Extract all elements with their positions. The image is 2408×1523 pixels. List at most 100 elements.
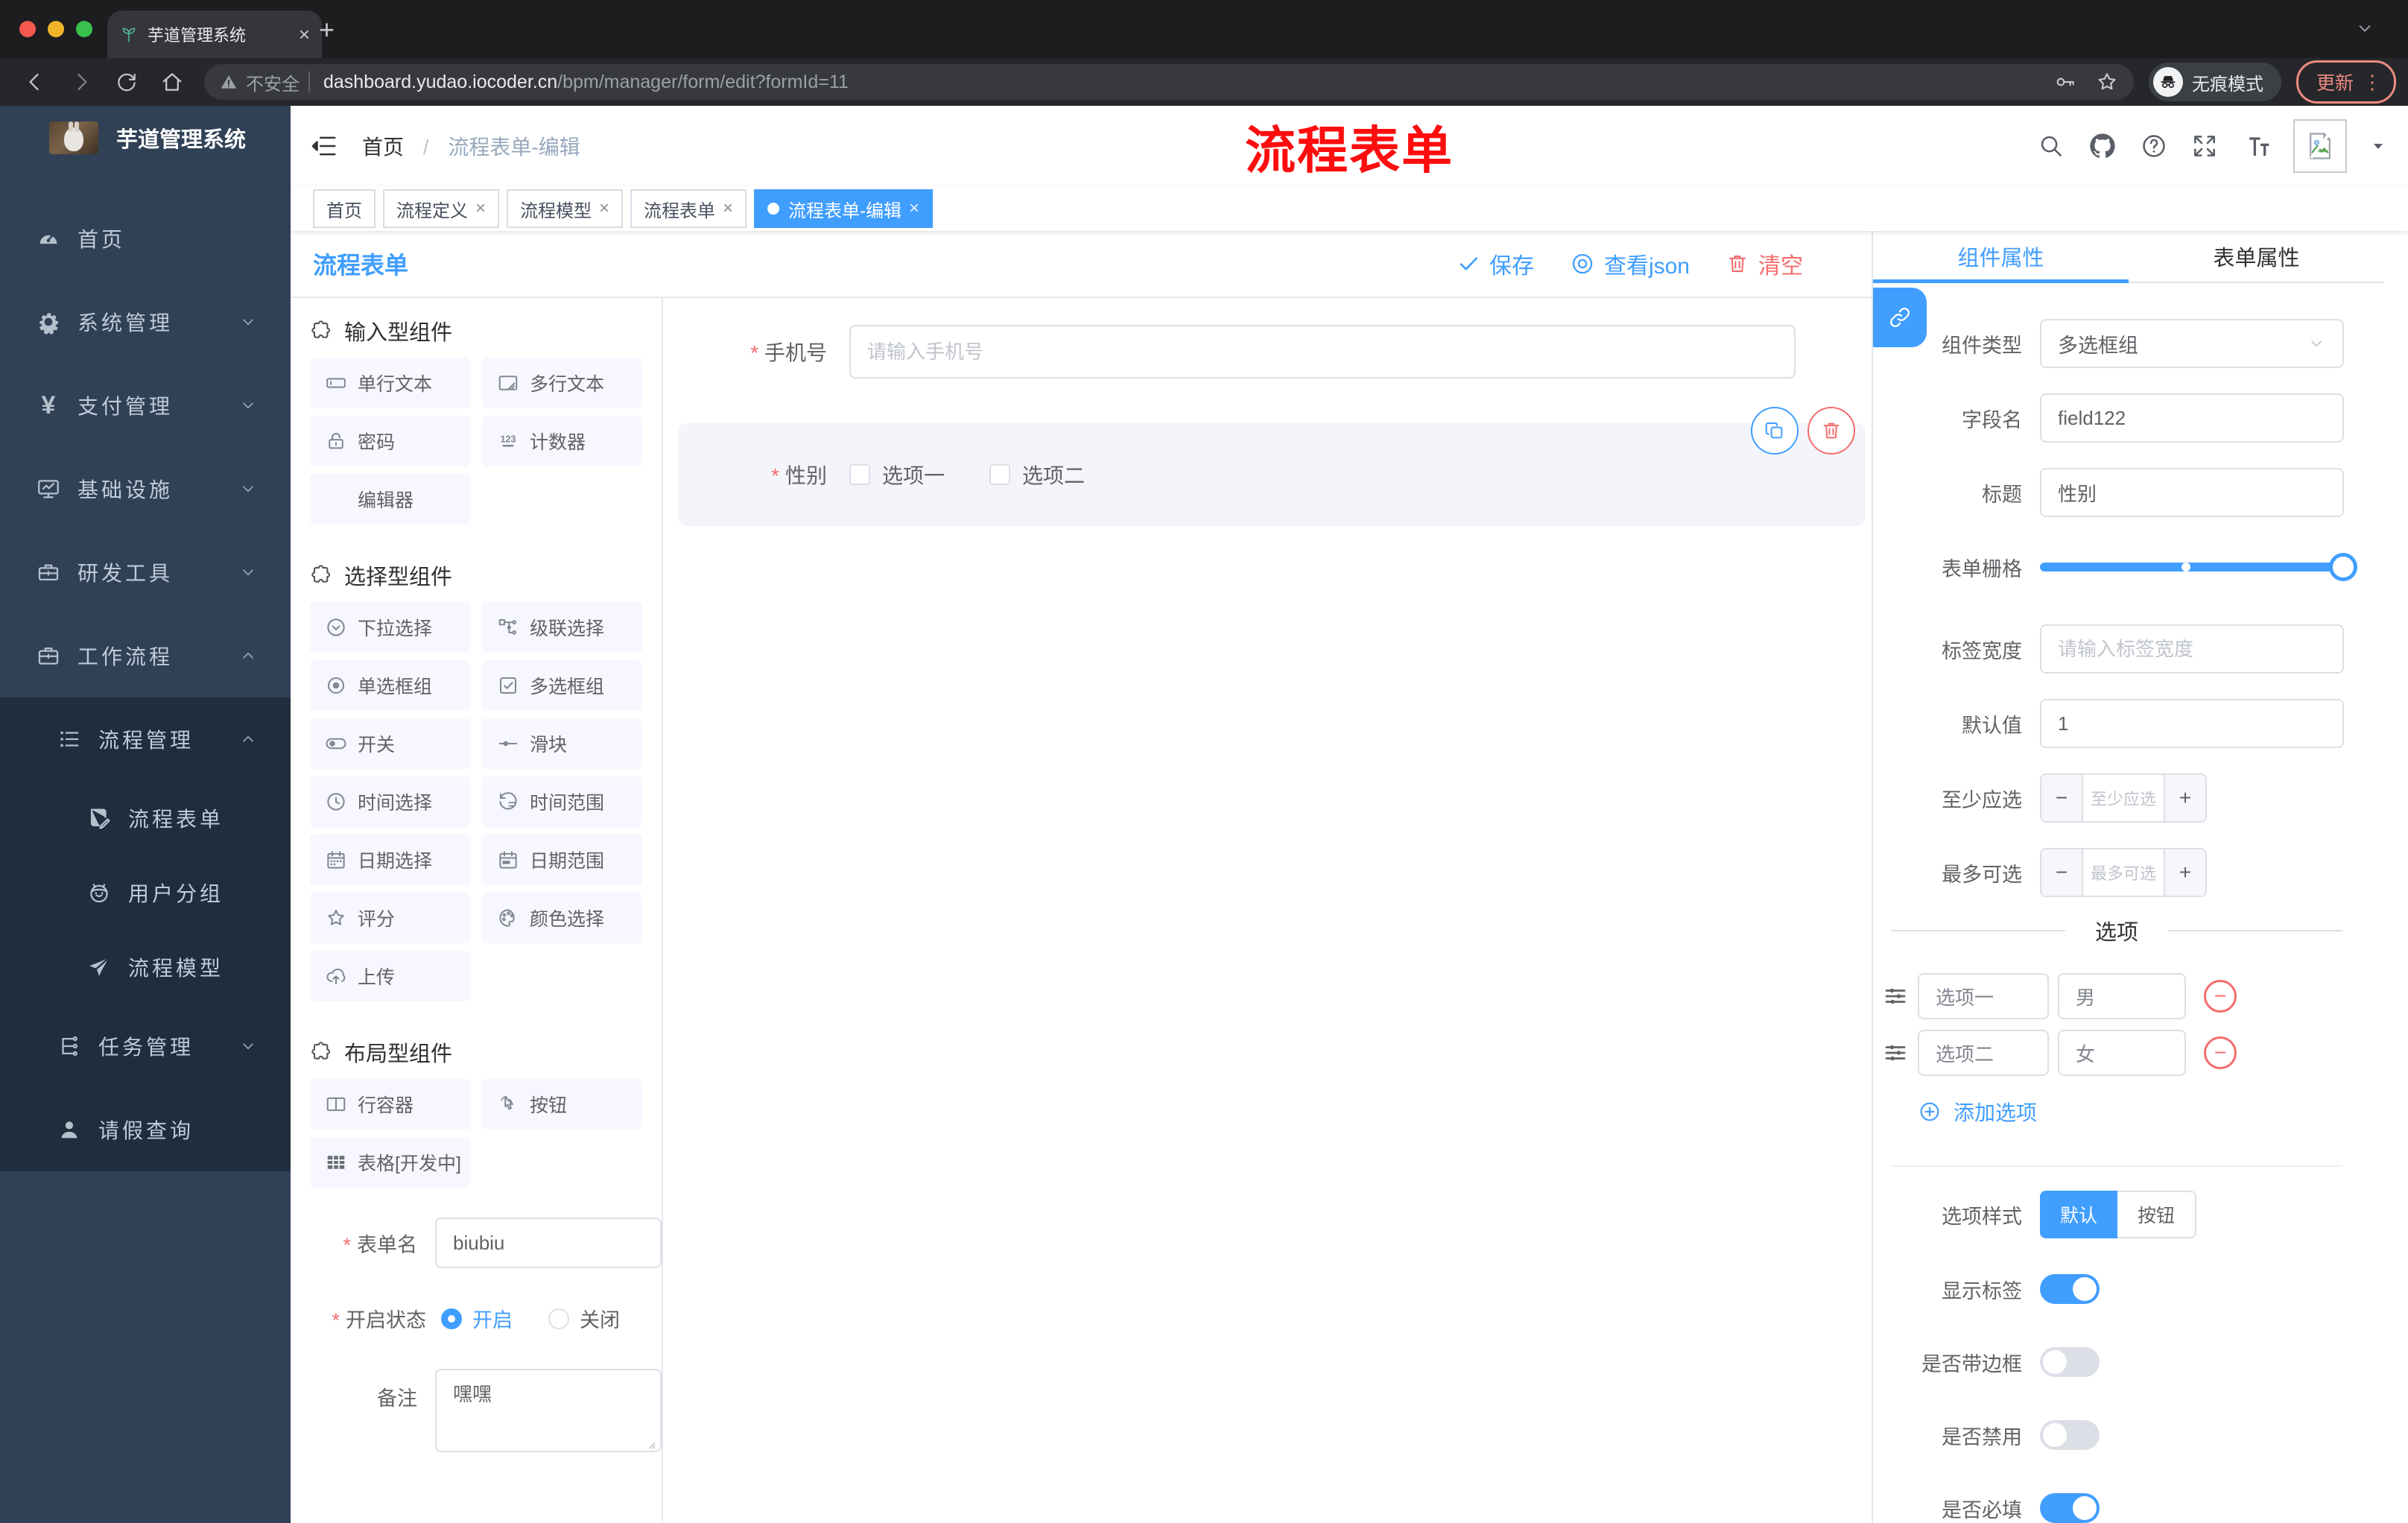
sidebar-item-home[interactable]: 首页: [0, 197, 291, 280]
remove-option-button[interactable]: −: [2204, 1036, 2237, 1069]
address-bar[interactable]: 不安全 dashboard.yudao.iocoder.cn/bpm/manag…: [204, 64, 2134, 100]
tag-process-model[interactable]: 流程模型: [507, 189, 624, 228]
sidebar-item-task-mgmt[interactable]: 任务管理: [0, 1004, 291, 1088]
default-value-input[interactable]: [2040, 699, 2344, 748]
min-select-value[interactable]: 至少应选: [2083, 775, 2164, 821]
border-toggle[interactable]: [2040, 1347, 2100, 1377]
component-password[interactable]: 密码: [310, 416, 470, 466]
forward-icon[interactable]: [69, 69, 94, 95]
view-json-button[interactable]: 查看json: [1570, 247, 1690, 280]
password-key-icon[interactable]: [2053, 70, 2077, 94]
field-name-input[interactable]: [2040, 393, 2344, 443]
reload-icon[interactable]: [115, 70, 139, 94]
tag-process-form[interactable]: 流程表单: [630, 189, 747, 228]
component-color-picker[interactable]: 颜色选择: [482, 893, 642, 943]
close-icon[interactable]: [599, 198, 609, 219]
add-option-button[interactable]: 添加选项: [1918, 1097, 2342, 1127]
duplicate-field-button[interactable]: [1751, 407, 1799, 455]
back-icon[interactable]: [22, 69, 48, 95]
component-time-range[interactable]: 时间范围: [482, 776, 642, 827]
component-upload[interactable]: 上传: [310, 951, 470, 1001]
form-name-input[interactable]: [435, 1218, 662, 1268]
font-size-icon[interactable]: [2241, 131, 2271, 161]
form-grid-slider[interactable]: [2040, 542, 2357, 592]
resize-grip-icon[interactable]: [642, 1436, 657, 1451]
gender-option-2[interactable]: 选项二: [989, 460, 1085, 490]
window-chevron-icon[interactable]: [2354, 18, 2375, 39]
component-time-picker[interactable]: 时间选择: [310, 776, 470, 827]
sidebar-item-process-mgmt[interactable]: 流程管理: [0, 697, 291, 781]
checkbox[interactable]: [849, 464, 870, 485]
component-select[interactable]: 下拉选择: [310, 602, 470, 653]
drag-handle-icon[interactable]: [1882, 983, 1909, 1010]
status-off-radio[interactable]: 关闭: [548, 1304, 620, 1333]
window-minimize-button[interactable]: [48, 21, 64, 37]
clear-button[interactable]: 清空: [1726, 247, 1803, 280]
component-checkbox-group[interactable]: 多选框组: [482, 660, 642, 711]
component-slider[interactable]: 滑块: [482, 718, 642, 769]
slider-handle[interactable]: [2329, 553, 2357, 581]
gender-option-1[interactable]: 选项一: [849, 460, 945, 490]
avatar-caret-icon[interactable]: [2369, 137, 2387, 155]
remove-option-button[interactable]: −: [2204, 980, 2237, 1013]
help-icon[interactable]: [2140, 132, 2168, 160]
search-icon[interactable]: [2037, 132, 2065, 160]
save-button[interactable]: 保存: [1457, 247, 1534, 280]
component-multi-text[interactable]: 多行文本: [482, 358, 642, 408]
component-radio-group[interactable]: 单选框组: [310, 660, 470, 711]
tag-process-form-edit[interactable]: 流程表单-编辑: [754, 189, 934, 228]
form-remark-textarea[interactable]: 嘿嘿: [435, 1369, 662, 1452]
component-row-container[interactable]: 行容器: [310, 1079, 470, 1130]
component-date-range[interactable]: 日期范围: [482, 835, 642, 885]
window-close-button[interactable]: [19, 21, 36, 37]
style-default-button[interactable]: 默认: [2040, 1191, 2117, 1238]
home-icon[interactable]: [159, 69, 185, 95]
slider-track[interactable]: [2040, 553, 2357, 581]
increment-button[interactable]: +: [2164, 849, 2205, 896]
browser-tab[interactable]: 芋道管理系统 ×: [107, 10, 322, 58]
increment-button[interactable]: +: [2164, 775, 2205, 821]
sidebar-item-devtools[interactable]: 研发工具: [0, 531, 291, 614]
component-button[interactable]: 按钮: [482, 1079, 642, 1130]
component-switch[interactable]: 开关: [310, 718, 470, 769]
sidebar-item-process-form[interactable]: 流程表单: [0, 781, 291, 855]
sidebar-collapse-icon[interactable]: [310, 132, 338, 160]
component-cascader[interactable]: 级联选择: [482, 602, 642, 653]
drag-handle-icon[interactable]: [1882, 1039, 1909, 1066]
url-text[interactable]: dashboard.yudao.iocoder.cn/bpm/manager/f…: [323, 72, 2041, 93]
canvas-field-gender-selected[interactable]: 性别 选项一 选项二: [678, 407, 1866, 526]
disabled-toggle[interactable]: [2040, 1420, 2100, 1450]
avatar[interactable]: [2293, 119, 2347, 173]
label-width-input[interactable]: [2040, 624, 2344, 674]
decrement-button[interactable]: −: [2041, 849, 2083, 896]
close-icon[interactable]: [475, 198, 486, 219]
component-rate[interactable]: 评分: [310, 893, 470, 943]
title-input[interactable]: [2040, 468, 2344, 517]
component-date-picker[interactable]: 日期选择: [310, 835, 470, 885]
breadcrumb-home[interactable]: 首页: [362, 136, 404, 159]
close-icon[interactable]: [909, 198, 919, 219]
component-table[interactable]: 表格[开发中]: [310, 1137, 470, 1188]
tab-component-props[interactable]: 组件属性: [1873, 231, 2129, 283]
component-single-text[interactable]: 单行文本: [310, 358, 470, 408]
tag-home[interactable]: 首页: [313, 189, 376, 228]
component-counter[interactable]: 计数器: [482, 416, 642, 466]
tab-close-icon[interactable]: ×: [299, 23, 310, 46]
sidebar-item-user-group[interactable]: 用户分组: [0, 855, 291, 930]
option-1-label-input[interactable]: [1918, 973, 2049, 1019]
sidebar-item-process-model[interactable]: 流程模型: [0, 930, 291, 1004]
close-icon[interactable]: [723, 198, 733, 219]
tag-process-def[interactable]: 流程定义: [383, 189, 500, 228]
new-tab-button[interactable]: +: [319, 16, 335, 43]
link-button[interactable]: [1873, 288, 1927, 347]
sidebar-item-infra[interactable]: 基础设施: [0, 447, 291, 531]
option-1-value-input[interactable]: [2058, 973, 2186, 1019]
checkbox[interactable]: [989, 464, 1011, 485]
component-editor[interactable]: 编辑器: [310, 474, 470, 525]
delete-field-button[interactable]: [1807, 407, 1855, 455]
fullscreen-icon[interactable]: [2190, 132, 2219, 160]
sidebar-item-leave-query[interactable]: 请假查询: [0, 1088, 291, 1171]
style-button-button[interactable]: 按钮: [2117, 1191, 2196, 1238]
max-select-value[interactable]: 最多可选: [2083, 849, 2164, 896]
decrement-button[interactable]: −: [2041, 775, 2083, 821]
